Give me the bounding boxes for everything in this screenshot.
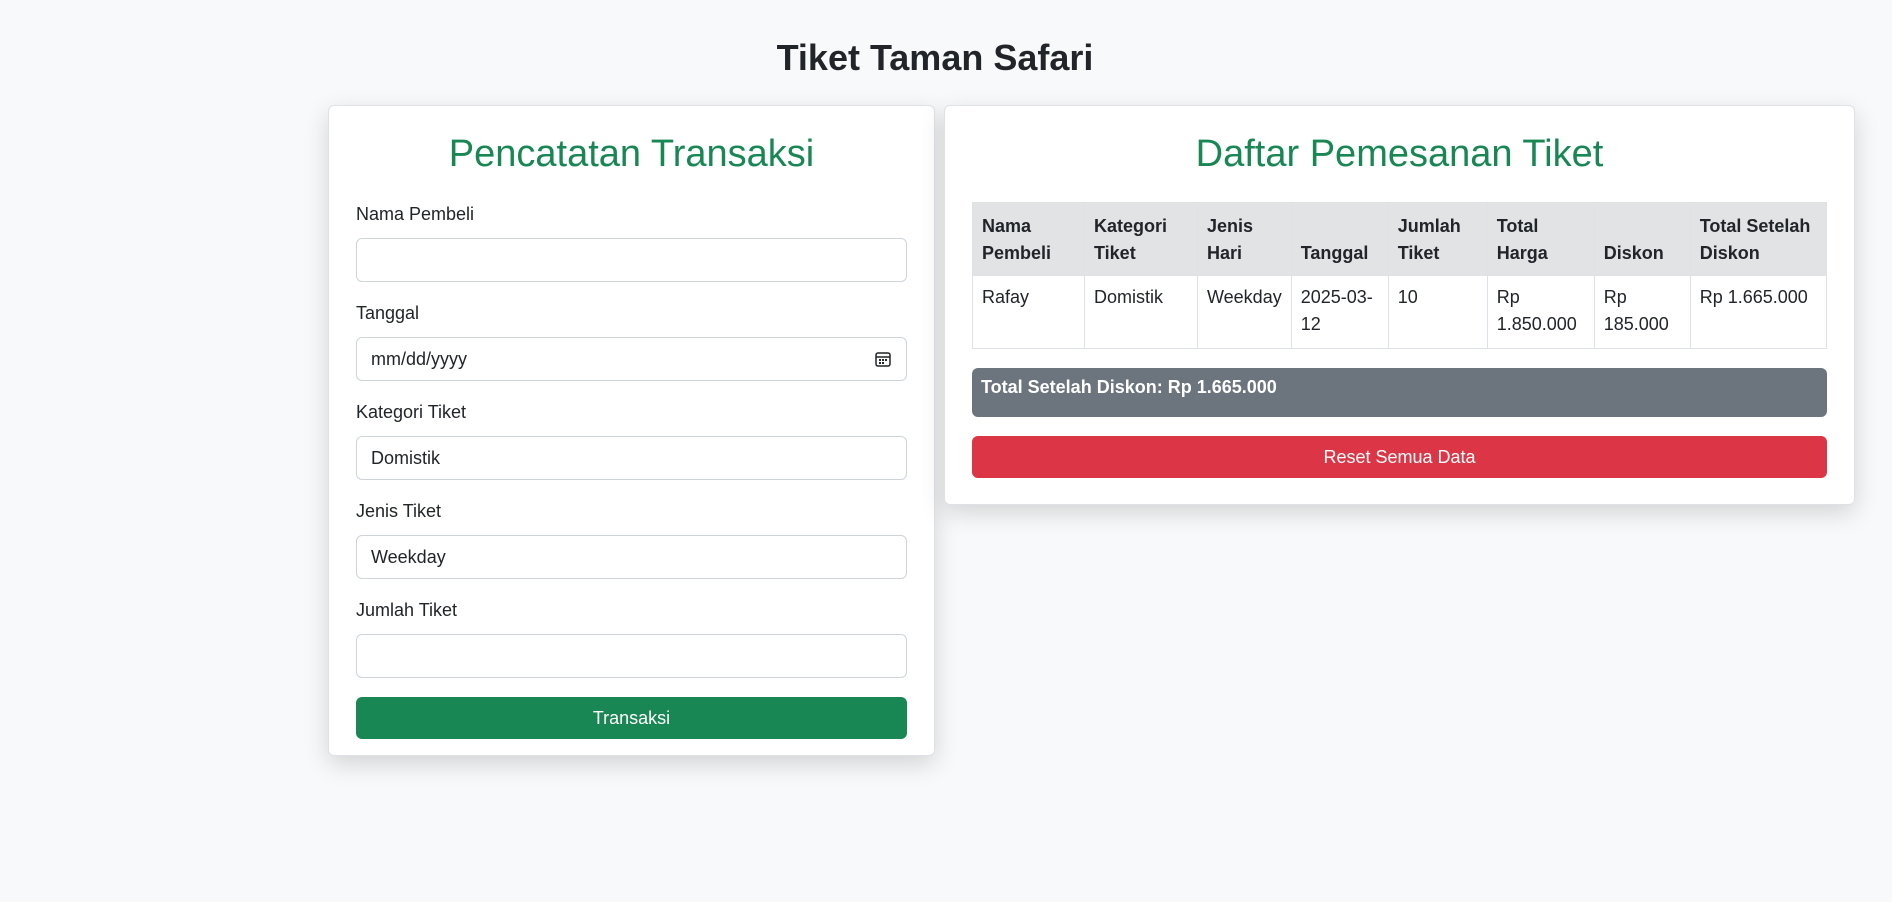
table-cell: Rp 185.000 <box>1593 275 1691 349</box>
calendar-icon[interactable] <box>874 350 892 368</box>
column-header: Tanggal <box>1290 202 1389 276</box>
jumlah-tiket-label: Jumlah Tiket <box>356 600 458 620</box>
transaksi-button[interactable]: Transaksi <box>356 697 907 739</box>
kategori-tiket-select[interactable]: Domistik <box>356 436 907 480</box>
table-cell: Rafay <box>972 275 1085 349</box>
field-jenis-tiket: Jenis Tiket Weekday <box>356 499 907 579</box>
orders-table: Nama Pembeli Kategori Tiket Jenis Hari T… <box>972 202 1828 349</box>
kategori-tiket-value: Domistik <box>371 447 441 468</box>
tanggal-label: Tanggal <box>356 303 420 323</box>
table-cell: 2025-03-12 <box>1290 275 1389 349</box>
total-summary-bar: Total Setelah Diskon: Rp 1.665.000 <box>972 368 1827 417</box>
table-cell: Weekday <box>1197 275 1292 349</box>
column-header: Kategori Tiket <box>1084 202 1198 276</box>
field-nama-pembeli: Nama Pembeli <box>356 202 907 282</box>
column-header: Nama Pembeli <box>972 202 1085 276</box>
jumlah-tiket-input[interactable] <box>356 634 907 678</box>
field-jumlah-tiket: Jumlah Tiket <box>356 598 907 678</box>
jenis-tiket-value: Weekday <box>371 546 446 567</box>
table-cell: Rp 1.665.000 <box>1689 275 1828 349</box>
form-heading: Pencatatan Transaksi <box>448 133 815 175</box>
field-kategori-tiket: Kategori Tiket Domistik <box>356 400 907 480</box>
reset-all-button[interactable]: Reset Semua Data <box>972 436 1827 478</box>
table-row: Rafay Domistik Weekday 2025-03-12 10 Rp … <box>972 275 1828 349</box>
column-header: Total Setelah Diskon <box>1689 202 1828 276</box>
nama-pembeli-input[interactable] <box>356 238 907 282</box>
table-cell: Domistik <box>1084 275 1198 349</box>
table-header-row: Nama Pembeli Kategori Tiket Jenis Hari T… <box>972 202 1828 276</box>
page-title: Tiket Taman Safari <box>776 37 1094 78</box>
tanggal-input[interactable]: mm/dd/yyyy <box>356 337 907 381</box>
column-header: Jumlah Tiket <box>1387 202 1488 276</box>
jenis-tiket-select[interactable]: Weekday <box>356 535 907 579</box>
list-heading: Daftar Pemesanan Tiket <box>1195 133 1604 175</box>
order-list-card: Daftar Pemesanan Tiket Nama Pembeli Kate… <box>944 105 1855 505</box>
transaction-form-card: Pencatatan Transaksi Nama Pembeli Tangga… <box>328 105 935 756</box>
jenis-tiket-label: Jenis Tiket <box>356 501 442 521</box>
table-cell: 10 <box>1387 275 1488 349</box>
tanggal-placeholder: mm/dd/yyyy <box>371 348 468 369</box>
column-header: Total Harga <box>1486 202 1595 276</box>
nama-pembeli-label: Nama Pembeli <box>356 204 475 224</box>
kategori-tiket-label: Kategori Tiket <box>356 402 467 422</box>
field-tanggal: Tanggal mm/dd/yyyy <box>356 301 907 381</box>
column-header: Diskon <box>1593 202 1691 276</box>
table-cell: Rp 1.850.000 <box>1486 275 1595 349</box>
column-header: Jenis Hari <box>1197 202 1292 276</box>
